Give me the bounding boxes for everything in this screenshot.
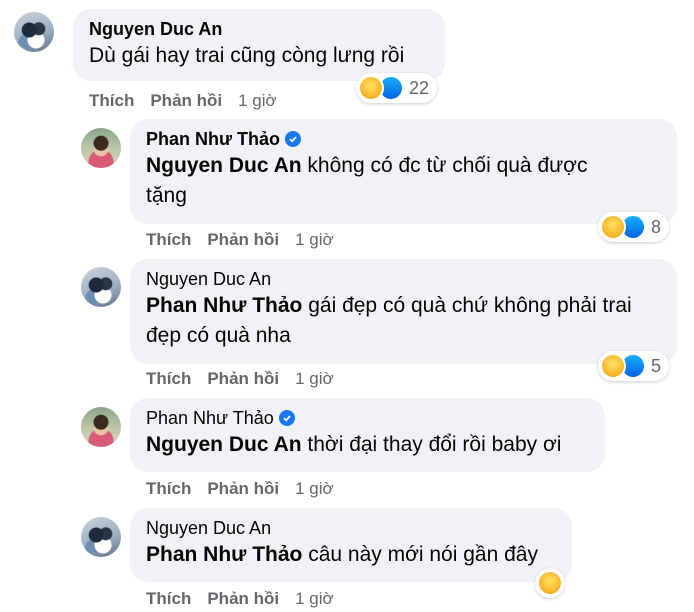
reaction-count: 8 [651,216,662,237]
comment-body: câu này mới nói gần đây [308,543,538,566]
comment-text: Nguyen Duc An không có đc từ chối quà đư… [146,151,661,211]
comment-body: Dù gái hay trai cũng còng lưng rồi [89,44,405,67]
mention-link[interactable]: Nguyen Duc An [146,433,302,456]
comment-body-cont: đẹp có quà nha [146,324,291,347]
comment-actions: Thích Phản hồi 1 giờ [146,588,334,610]
reaction-summary[interactable]: 5 [598,351,670,381]
author-name[interactable]: Nguyen Duc An [146,516,271,540]
comment-text: Nguyen Duc An thời đại thay đổi rồi baby… [146,430,589,460]
like-button[interactable]: Thích [146,588,191,610]
comment-actions: Thích Phản hồi 1 giờ [146,478,334,500]
comment-timestamp[interactable]: 1 giờ [295,588,334,610]
comment-body: gái đẹp có quà chứ không phải trai [308,294,632,317]
comment-timestamp[interactable]: 1 giờ [238,90,277,112]
comment-author[interactable]: Nguyen Duc An [146,267,661,291]
comment: Nguyen Duc An Dù gái hay trai cũng còng … [0,0,694,118]
author-name[interactable]: Phan Như Thảo [146,127,280,151]
reaction-summary[interactable]: 22 [356,73,438,103]
comment-author[interactable]: Nguyen Duc An [89,17,429,41]
like-button[interactable]: Thích [89,90,134,112]
comment-author[interactable]: Nguyen Duc An [146,516,556,540]
mention-link[interactable]: Phan Như Thảo [146,294,302,317]
haha-emoji-icon [600,214,626,240]
reply-button[interactable]: Phản hồi [207,588,279,610]
reply-button[interactable]: Phản hồi [207,229,279,251]
comment-actions: Thích Phản hồi 1 giờ [89,90,277,112]
comment-bubble: Nguyen Duc An Phan Như Thảo gái đẹp có q… [130,259,677,364]
reply-comment: Nguyen Duc An Phan Như Thảo câu này mới … [0,508,694,612]
comment-body: thời đại thay đổi rồi baby ơi [307,433,562,456]
comment-timestamp[interactable]: 1 giờ [295,368,334,390]
mention-link[interactable]: Nguyen Duc An [146,154,302,177]
avatar[interactable] [81,267,121,307]
avatar[interactable] [81,517,121,557]
avatar[interactable] [81,407,121,447]
comment-bubble: Nguyen Duc An Phan Như Thảo câu này mới … [130,508,572,582]
haha-emoji-icon [537,570,563,596]
avatar[interactable] [14,12,54,52]
comment-bubble: Nguyen Duc An Dù gái hay trai cũng còng … [73,9,445,81]
comment-body-cont: tặng [146,184,187,207]
reply-comment: Nguyen Duc An Phan Như Thảo gái đẹp có q… [0,258,694,398]
comment-author[interactable]: Phan Như Thảo [146,406,589,430]
verified-badge-icon [285,131,302,147]
comment-text: Phan Như Thảo gái đẹp có quà chứ không p… [146,291,661,351]
author-name[interactable]: Phan Như Thảo [146,406,274,430]
haha-emoji-icon [600,353,626,379]
author-name[interactable]: Nguyen Duc An [89,17,222,41]
avatar[interactable] [81,128,121,168]
comment-timestamp[interactable]: 1 giờ [295,229,334,251]
comment-actions: Thích Phản hồi 1 giờ [146,368,334,390]
reply-comment: Phan Như Thảo Nguyen Duc An không có đc … [0,118,694,258]
comment-actions: Thích Phản hồi 1 giờ [146,229,334,251]
reply-button[interactable]: Phản hồi [150,90,222,112]
author-name[interactable]: Nguyen Duc An [146,267,271,291]
reaction-count: 5 [651,355,662,376]
reaction-summary[interactable] [535,568,565,598]
like-button[interactable]: Thích [146,368,191,390]
comment-text: Phan Như Thảo câu này mới nói gần đây [146,540,556,570]
comment-body: không có đc từ chối quà được [307,154,588,177]
haha-emoji-icon [358,75,384,101]
like-button[interactable]: Thích [146,229,191,251]
reaction-count: 22 [409,77,430,98]
reaction-summary[interactable]: 8 [598,212,670,242]
comment-timestamp[interactable]: 1 giờ [295,478,334,500]
reply-button[interactable]: Phản hồi [207,368,279,390]
reply-comment: Phan Như Thảo Nguyen Duc An thời đại tha… [0,398,694,508]
comment-text: Dù gái hay trai cũng còng lưng rồi [89,41,429,71]
like-button[interactable]: Thích [146,478,191,500]
comment-bubble: Phan Như Thảo Nguyen Duc An thời đại tha… [130,398,605,472]
comment-bubble: Phan Như Thảo Nguyen Duc An không có đc … [130,119,677,224]
mention-link[interactable]: Phan Như Thảo [146,543,302,566]
comment-author[interactable]: Phan Như Thảo [146,127,661,151]
reply-button[interactable]: Phản hồi [207,478,279,500]
verified-badge-icon [278,410,295,426]
